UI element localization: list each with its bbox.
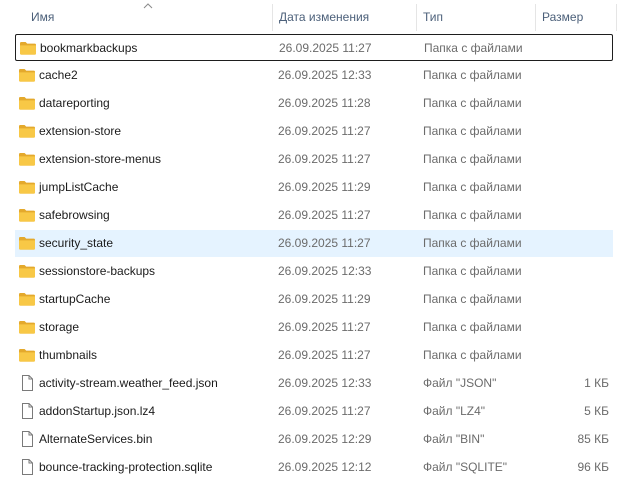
file-date-modified: 26.09.2025 11:29 bbox=[278, 180, 371, 194]
folder-icon bbox=[18, 291, 36, 307]
file-type: Папка с файлами bbox=[424, 41, 523, 55]
file-row[interactable]: security_state 26.09.2025 11:27 Папка с фа… bbox=[15, 230, 613, 257]
file-row[interactable]: AlternateServices.bin 26.09.2025 12:29 Фай… bbox=[15, 426, 613, 453]
column-header-bar: Имя Дата изменения Тип Размер bbox=[0, 0, 630, 34]
file-row[interactable]: startupCache 26.09.2025 11:29 Папка с файл… bbox=[15, 286, 613, 313]
file-type: Папка с файлами bbox=[423, 236, 522, 250]
folder-icon bbox=[18, 207, 36, 223]
file-row[interactable]: bookmarkbackups 26.09.2025 11:27 Папка с ф… bbox=[15, 34, 613, 61]
file-type: Папка с файлами bbox=[423, 68, 522, 82]
folder-icon bbox=[18, 235, 36, 251]
file-date-modified: 26.09.2025 11:27 bbox=[278, 404, 371, 418]
file-type: Папка с файлами bbox=[423, 208, 522, 222]
file-type: Папка с файлами bbox=[423, 264, 522, 278]
file-name: thumbnails bbox=[39, 348, 98, 362]
folder-icon bbox=[18, 347, 36, 363]
file-row[interactable]: safebrowsing 26.09.2025 11:27 Папка с файл… bbox=[15, 202, 613, 229]
file-icon bbox=[18, 375, 36, 391]
folder-icon bbox=[18, 179, 36, 195]
file-name: datareporting bbox=[39, 96, 110, 110]
file-row[interactable]: jumpListCache 26.09.2025 11:29 Папка с фай… bbox=[15, 174, 613, 201]
file-name: activity-stream.weather_feed.json bbox=[39, 376, 218, 390]
folder-icon bbox=[18, 151, 36, 167]
file-date-modified: 26.09.2025 11:27 bbox=[278, 236, 371, 250]
file-date-modified: 26.09.2025 11:27 bbox=[278, 320, 371, 334]
file-size: 1 КБ bbox=[584, 376, 609, 390]
folder-icon bbox=[18, 95, 36, 111]
file-name: startupCache bbox=[39, 292, 111, 306]
file-type: Папка с файлами bbox=[423, 152, 522, 166]
file-row[interactable]: storage 26.09.2025 11:27 Папка с файлами bbox=[15, 314, 613, 341]
file-name: sessionstore-backups bbox=[39, 264, 156, 278]
folder-icon bbox=[18, 263, 36, 279]
file-name: storage bbox=[39, 320, 80, 334]
file-type: Папка с файлами bbox=[423, 348, 522, 362]
file-name: jumpListCache bbox=[39, 180, 119, 194]
file-row[interactable]: activity-stream.weather_feed.json 26.09.2… bbox=[15, 370, 613, 397]
file-row[interactable]: thumbnails 26.09.2025 11:27 Папка с файлам… bbox=[15, 342, 613, 369]
file-row[interactable]: cache2 26.09.2025 12:33 Папка с файлами bbox=[15, 62, 613, 89]
file-size: 5 КБ bbox=[584, 404, 609, 418]
file-type: Папка с файлами bbox=[423, 96, 522, 110]
folder-icon bbox=[18, 319, 36, 335]
column-separator[interactable] bbox=[616, 4, 617, 31]
file-name: bounce-tracking-protection.sqlite bbox=[39, 460, 213, 474]
file-row[interactable]: sessionstore-backups 26.09.2025 12:33 Папк… bbox=[15, 258, 613, 285]
file-name: addonStartup.json.lz4 bbox=[39, 404, 156, 418]
file-type: Папка с файлами bbox=[423, 292, 522, 306]
file-name: bookmarkbackups bbox=[40, 41, 138, 55]
file-date-modified: 26.09.2025 11:27 bbox=[278, 124, 371, 138]
column-header-type[interactable]: Тип bbox=[417, 0, 535, 34]
file-date-modified: 26.09.2025 11:27 bbox=[278, 348, 371, 362]
file-size: 85 КБ bbox=[577, 432, 609, 446]
file-icon bbox=[18, 431, 36, 447]
file-date-modified: 26.09.2025 12:33 bbox=[278, 264, 372, 278]
file-row[interactable]: extension-store-menus 26.09.2025 11:27 Пап… bbox=[15, 146, 613, 173]
file-icon bbox=[18, 403, 36, 419]
file-name: extension-store bbox=[39, 124, 122, 138]
file-type: Папка с файлами bbox=[423, 124, 522, 138]
file-type: Файл "JSON" bbox=[423, 376, 497, 390]
file-date-modified: 26.09.2025 12:12 bbox=[278, 460, 372, 474]
file-date-modified: 26.09.2025 12:29 bbox=[278, 432, 372, 446]
file-type: Папка с файлами bbox=[423, 180, 522, 194]
file-row[interactable]: extension-store 26.09.2025 11:27 Папка с ф… bbox=[15, 118, 613, 145]
file-date-modified: 26.09.2025 11:27 bbox=[279, 41, 372, 55]
file-type: Файл "LZ4" bbox=[423, 404, 486, 418]
file-date-modified: 26.09.2025 11:29 bbox=[278, 292, 371, 306]
file-name: security_state bbox=[39, 236, 114, 250]
file-row[interactable]: datareporting 26.09.2025 11:28 Папка с фай… bbox=[15, 90, 613, 117]
folder-icon bbox=[18, 67, 36, 83]
file-type: Файл "SQLITE" bbox=[423, 460, 508, 474]
file-date-modified: 26.09.2025 12:33 bbox=[278, 68, 372, 82]
file-type: Папка с файлами bbox=[423, 320, 522, 334]
file-name: extension-store-menus bbox=[39, 152, 162, 166]
column-header-size[interactable]: Размер bbox=[536, 0, 616, 34]
folder-icon bbox=[18, 123, 36, 139]
file-date-modified: 26.09.2025 11:27 bbox=[278, 208, 371, 222]
column-header-date[interactable]: Дата изменения bbox=[273, 0, 416, 34]
file-date-modified: 26.09.2025 11:27 bbox=[278, 152, 371, 166]
file-row[interactable]: bounce-tracking-protection.sqlite 26.09.2… bbox=[15, 454, 613, 481]
file-size: 96 КБ bbox=[577, 460, 609, 474]
file-icon bbox=[18, 459, 36, 475]
folder-icon bbox=[19, 40, 37, 56]
file-name: AlternateServices.bin bbox=[39, 432, 153, 446]
file-date-modified: 26.09.2025 12:33 bbox=[278, 376, 372, 390]
file-row[interactable]: addonStartup.json.lz4 26.09.2025 11:27 Фай… bbox=[15, 398, 613, 425]
column-header-name[interactable]: Имя bbox=[25, 0, 272, 34]
file-date-modified: 26.09.2025 11:28 bbox=[278, 96, 371, 110]
file-name: safebrowsing bbox=[39, 208, 110, 222]
file-name: cache2 bbox=[39, 68, 78, 82]
file-type: Файл "BIN" bbox=[423, 432, 485, 446]
